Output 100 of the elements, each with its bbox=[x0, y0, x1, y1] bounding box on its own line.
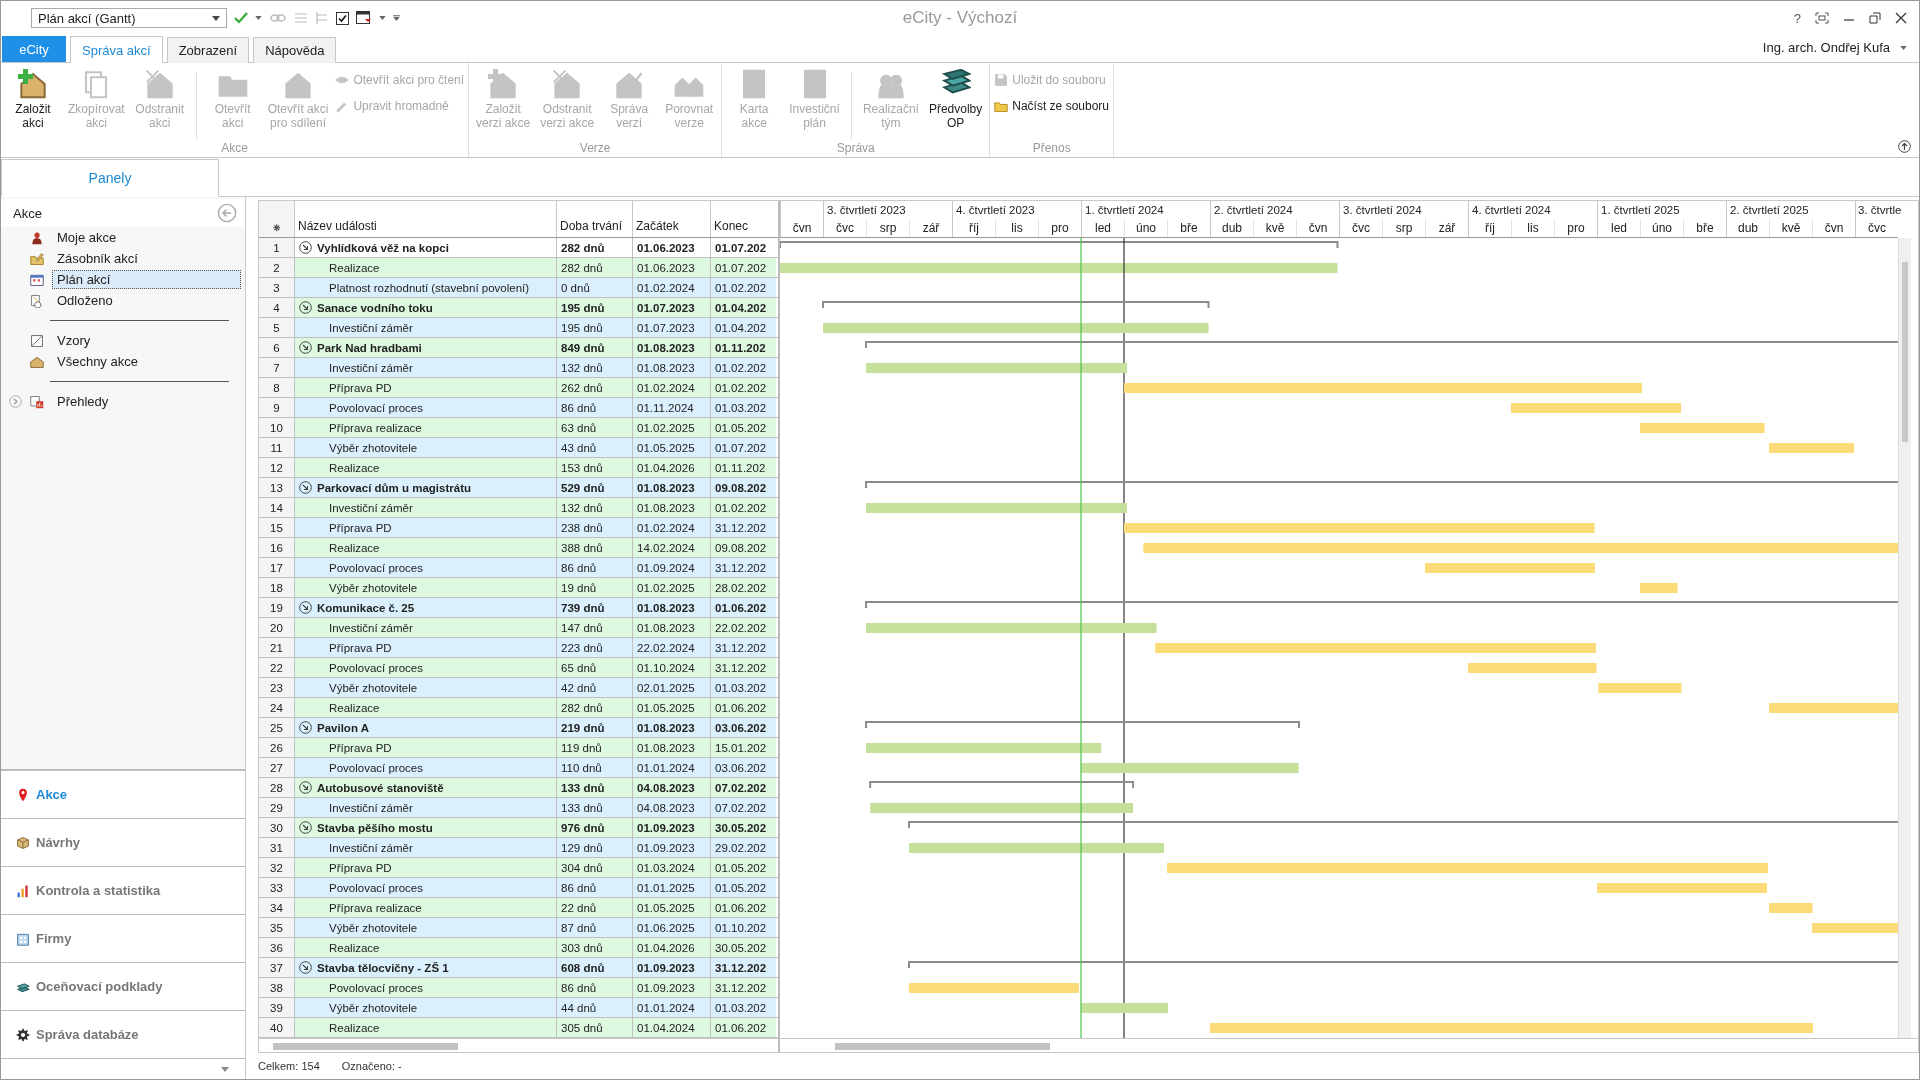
task-bar[interactable] bbox=[1143, 543, 1898, 553]
fullscreen-icon[interactable] bbox=[1815, 12, 1829, 24]
ribbon-button[interactable]: Předvolby OP bbox=[925, 67, 986, 132]
collapse-icon[interactable] bbox=[299, 721, 312, 734]
task-bar[interactable] bbox=[1124, 523, 1595, 533]
task-bar[interactable] bbox=[1640, 423, 1765, 433]
summary-bracket[interactable] bbox=[865, 721, 1300, 729]
ribbon-tab[interactable]: Zobrazení bbox=[166, 37, 250, 63]
task-bar[interactable] bbox=[1081, 763, 1299, 773]
collapse-icon[interactable] bbox=[299, 821, 312, 834]
collapse-icon[interactable] bbox=[299, 341, 312, 354]
task-bar[interactable] bbox=[1081, 1003, 1168, 1013]
summary-bracket[interactable] bbox=[908, 821, 1898, 829]
nav-item[interactable]: Firmy bbox=[1, 915, 245, 963]
column-header[interactable]: Doba trvání bbox=[556, 201, 632, 237]
collapse-icon[interactable] bbox=[299, 481, 312, 494]
task-bar[interactable] bbox=[1597, 883, 1767, 893]
task-bar[interactable] bbox=[1124, 383, 1642, 393]
collapse-icon[interactable] bbox=[299, 241, 312, 254]
summary-bracket[interactable] bbox=[865, 341, 1898, 349]
task-bar[interactable] bbox=[866, 363, 1127, 373]
summary-bracket[interactable] bbox=[865, 601, 1898, 609]
task-bar[interactable] bbox=[1769, 443, 1854, 453]
column-header[interactable]: Konec bbox=[710, 201, 776, 237]
collapse-icon[interactable] bbox=[299, 301, 312, 314]
table-cell: 86 dnů bbox=[556, 978, 632, 997]
tree-item[interactable]: Odloženo bbox=[52, 291, 241, 310]
ribbon-tab[interactable]: Správa akcí bbox=[70, 36, 163, 63]
tree-item[interactable]: Přehledy bbox=[52, 392, 241, 411]
nav-item[interactable]: Oceňovací podklady bbox=[1, 963, 245, 1011]
ribbon-button[interactable]: Načíst ze souboru bbox=[994, 99, 1109, 113]
house-icon bbox=[30, 354, 44, 369]
month-label: říj bbox=[952, 219, 995, 237]
summary-bracket[interactable] bbox=[780, 241, 1339, 249]
tree-item[interactable]: Zásobník akcí bbox=[52, 249, 241, 268]
task-bar[interactable] bbox=[1598, 683, 1682, 693]
expand-icon[interactable] bbox=[9, 395, 22, 408]
table-cell: 132 dnů bbox=[556, 498, 632, 517]
table-cell: 19 dnů bbox=[556, 578, 632, 597]
task-bar[interactable] bbox=[823, 323, 1209, 333]
collapse-icon[interactable] bbox=[299, 781, 312, 794]
task-bar[interactable] bbox=[909, 983, 1079, 993]
collapse-icon[interactable] bbox=[299, 601, 312, 614]
summary-bracket[interactable] bbox=[908, 961, 1898, 969]
task-bar[interactable] bbox=[1769, 703, 1898, 713]
restore-icon[interactable] bbox=[1869, 12, 1881, 24]
caret-icon[interactable] bbox=[379, 16, 386, 20]
task-bar[interactable] bbox=[1468, 663, 1597, 673]
nav-item[interactable]: Akce bbox=[1, 771, 245, 819]
nav-item[interactable]: Návrhy bbox=[1, 819, 245, 867]
task-bar[interactable] bbox=[1210, 1023, 1813, 1033]
checkbox-icon[interactable] bbox=[336, 11, 349, 25]
tree-item[interactable]: Všechny akce bbox=[52, 352, 241, 371]
ribbon-tab[interactable]: Nápověda bbox=[253, 37, 337, 63]
column-header[interactable]: ❋ bbox=[259, 201, 294, 237]
task-bar[interactable] bbox=[1155, 643, 1596, 653]
task-bar[interactable] bbox=[866, 503, 1127, 513]
view-dropdown[interactable]: Plán akcí (Gantt) bbox=[31, 8, 227, 28]
caret-icon[interactable] bbox=[221, 1066, 229, 1072]
customize-icon[interactable] bbox=[393, 15, 400, 21]
task-bar[interactable] bbox=[1167, 863, 1768, 873]
task-bar[interactable] bbox=[870, 803, 1134, 813]
nav-item[interactable]: Kontrola a statistika bbox=[1, 867, 245, 915]
check-flag-icon[interactable] bbox=[234, 11, 248, 25]
indent-icon[interactable] bbox=[315, 11, 329, 25]
summary-bracket[interactable] bbox=[869, 781, 1135, 789]
row-number: 23 bbox=[259, 678, 294, 697]
back-icon[interactable] bbox=[217, 203, 237, 223]
tree-item[interactable]: Moje akce bbox=[52, 228, 241, 247]
task-bar[interactable] bbox=[1812, 923, 1898, 933]
help-button[interactable]: ? bbox=[1793, 10, 1801, 26]
row-number: 17 bbox=[259, 558, 294, 577]
user-menu[interactable]: Ing. arch. Ondřej Kufa bbox=[1762, 40, 1919, 62]
app-menu-tab[interactable]: eCity bbox=[2, 36, 66, 62]
collapse-icon[interactable] bbox=[299, 961, 312, 974]
task-bar[interactable] bbox=[1425, 563, 1595, 573]
task-bar[interactable] bbox=[909, 843, 1165, 853]
task-bar[interactable] bbox=[866, 743, 1102, 753]
task-bar[interactable] bbox=[780, 263, 1338, 273]
vertical-scrollbar[interactable] bbox=[1898, 238, 1911, 1038]
ribbon-button[interactable]: Založit akci bbox=[5, 67, 61, 132]
summary-bracket[interactable] bbox=[822, 301, 1210, 309]
column-header[interactable]: Začátek bbox=[632, 201, 710, 237]
row-number: 1 bbox=[259, 238, 294, 257]
panels-tab[interactable]: Panely bbox=[1, 159, 219, 197]
tree-item[interactable]: Vzory bbox=[52, 331, 241, 350]
align-icon[interactable] bbox=[294, 12, 308, 24]
tree-item[interactable]: Plán akcí bbox=[52, 270, 241, 289]
nav-item[interactable]: Správa databáze bbox=[1, 1011, 245, 1059]
window-icon[interactable] bbox=[356, 11, 372, 25]
task-bar[interactable] bbox=[1769, 903, 1813, 913]
link-icon[interactable] bbox=[269, 12, 287, 24]
column-header[interactable]: Název události bbox=[294, 201, 556, 237]
task-bar[interactable] bbox=[1511, 403, 1681, 413]
task-bar[interactable] bbox=[1640, 583, 1678, 593]
collapse-ribbon-icon[interactable] bbox=[1898, 140, 1911, 153]
summary-bracket[interactable] bbox=[865, 481, 1898, 489]
task-bar[interactable] bbox=[866, 623, 1157, 633]
caret-icon[interactable] bbox=[255, 16, 262, 20]
close-icon[interactable] bbox=[1895, 12, 1907, 24]
